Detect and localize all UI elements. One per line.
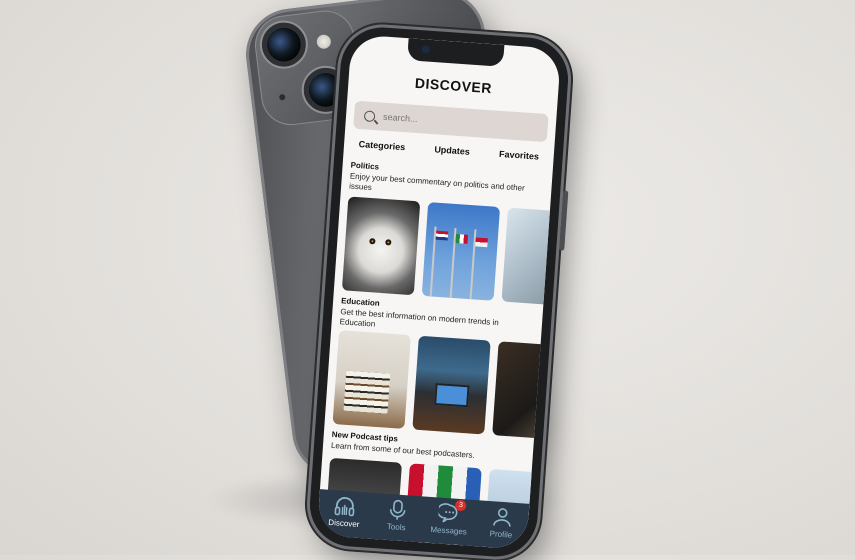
headphones-icon: [333, 494, 356, 517]
thumbnail-owl[interactable]: [342, 196, 420, 295]
tab-bar: Categories Updates Favorites: [344, 138, 554, 163]
nav-label-discover: Discover: [328, 518, 360, 529]
search-bar[interactable]: [353, 101, 548, 142]
nav-discover[interactable]: Discover: [322, 493, 368, 529]
front-camera-icon: [422, 45, 431, 54]
camera-lens-icon: [265, 26, 303, 64]
search-input[interactable]: [381, 111, 525, 133]
section-title-education: Education: [341, 296, 380, 308]
thumbnail-dark-room[interactable]: [492, 341, 561, 440]
notch: [407, 38, 504, 67]
tab-categories[interactable]: Categories: [358, 139, 405, 152]
side-button: [559, 190, 568, 250]
tab-favorites[interactable]: Favorites: [499, 149, 540, 162]
nav-label-tools: Tools: [387, 522, 406, 532]
microphone-dot: [279, 94, 286, 101]
laptop: [434, 383, 469, 407]
nav-profile[interactable]: Profile: [479, 504, 525, 540]
tab-updates[interactable]: Updates: [434, 144, 470, 156]
thumbnail-books[interactable]: [333, 330, 411, 429]
nav-messages[interactable]: 3 Messages: [426, 501, 472, 537]
flash-icon: [316, 34, 332, 50]
book-stack: [343, 371, 390, 414]
search-icon: [364, 110, 376, 122]
thumbnail-flags[interactable]: [422, 202, 500, 301]
microphone-icon: [386, 498, 409, 521]
section-title-politics: Politics: [350, 161, 379, 172]
owl-eye: [385, 239, 391, 245]
thumbnail-row-education: [333, 330, 561, 439]
thumbnail-interior[interactable]: [501, 208, 561, 307]
nav-label-messages: Messages: [430, 525, 467, 537]
phone-screen: DISCOVER Categories Updates Favorites Po…: [317, 34, 562, 549]
nav-tools[interactable]: Tools: [374, 497, 420, 533]
owl-eye: [369, 238, 375, 244]
phone-front: DISCOVER Categories Updates Favorites Po…: [307, 25, 571, 560]
page-title: DISCOVER: [348, 70, 559, 101]
flag: [436, 231, 449, 241]
user-icon: [490, 505, 513, 528]
message-count-badge: 3: [455, 500, 467, 512]
flag: [455, 234, 468, 244]
flag: [475, 237, 488, 247]
thumbnail-row-politics: [342, 196, 561, 305]
thumbnail-office[interactable]: [412, 336, 490, 435]
nav-label-profile: Profile: [489, 529, 512, 540]
